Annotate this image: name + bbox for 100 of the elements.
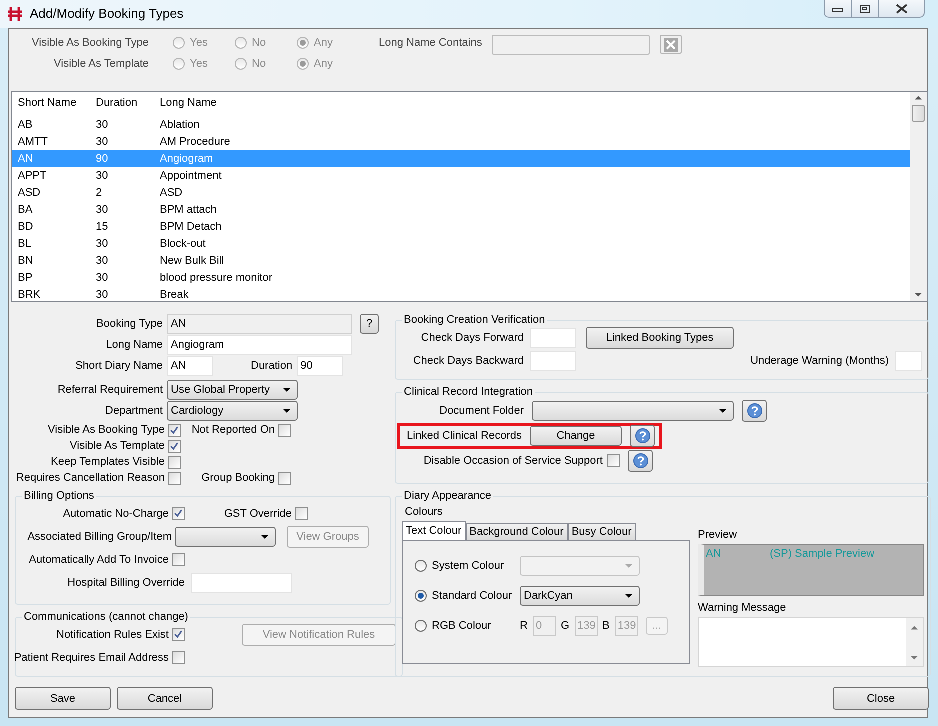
scroll-up-icon[interactable] — [915, 96, 922, 100]
referral-dropdown[interactable]: Use Global Property — [167, 380, 298, 400]
field-label: Short Diary Name — [74, 360, 163, 372]
scroll-down-icon[interactable] — [915, 293, 922, 297]
radio-label: Any — [314, 58, 333, 70]
checkbox[interactable] — [278, 472, 291, 484]
table-cell-text: APPT — [17, 170, 48, 182]
table-row[interactable]: AB 30 Ablation — [12, 116, 910, 133]
check-days-forward-field[interactable] — [530, 328, 576, 348]
checkbox[interactable] — [607, 454, 620, 467]
scrollbar[interactable] — [906, 618, 923, 666]
underage-warning-field[interactable] — [895, 350, 922, 370]
table-cell-text: Block-out — [159, 238, 207, 250]
filter-label: Visible As Booking Type — [30, 37, 149, 49]
checkbox[interactable] — [172, 507, 185, 520]
scroll-up-icon[interactable] — [911, 626, 918, 630]
hospital-billing-override-field[interactable] — [191, 572, 292, 592]
dropdown-arrow-icon — [261, 534, 269, 538]
table-cell-text: 30 — [95, 288, 110, 300]
table-cell-text: 30 — [95, 254, 110, 266]
checkbox-label: GST Override — [224, 508, 292, 520]
table-cell-text: BL — [17, 238, 32, 250]
change-button[interactable]: Change — [530, 426, 622, 446]
checkbox[interactable] — [168, 456, 181, 468]
radio-button[interactable] — [173, 37, 185, 49]
help-button[interactable]: ? — [360, 314, 379, 334]
checkbox[interactable] — [278, 424, 291, 436]
checkbox-label: Disable Occasion of Service Support — [424, 454, 603, 466]
table-row[interactable]: ASD 2 ASD — [12, 184, 910, 201]
checkbox[interactable] — [168, 424, 181, 436]
checkbox[interactable] — [172, 651, 185, 664]
table-row[interactable]: BD 15 BPM Detach — [12, 218, 910, 235]
radio-label: System Colour — [432, 560, 504, 572]
checkbox[interactable] — [172, 553, 185, 566]
table-row[interactable]: BA 30 BPM attach — [12, 201, 910, 218]
clear-button[interactable] — [660, 35, 682, 54]
help-button[interactable] — [628, 450, 653, 472]
filter-label: Long Name Contains — [379, 37, 482, 49]
radio-label: No — [252, 37, 266, 49]
radio-button[interactable] — [173, 58, 185, 70]
table-row[interactable]: BL 30 Block-out — [12, 235, 910, 252]
billing-group-dropdown[interactable] — [175, 526, 276, 546]
table-cell-text: Break — [159, 288, 190, 300]
dropdown-arrow-icon — [283, 409, 291, 413]
table-cell-text: ASD — [17, 186, 42, 198]
checkbox[interactable] — [168, 472, 181, 484]
duration-field[interactable]: 90 — [296, 356, 343, 376]
table-cell-text: Angiogram — [159, 152, 214, 164]
checkbox[interactable] — [168, 440, 181, 452]
column-header[interactable]: Short Name — [12, 97, 90, 109]
long-name-field[interactable]: Angiogram — [167, 335, 352, 355]
linked-booking-types-button[interactable]: Linked Booking Types — [586, 326, 734, 348]
group-title: Clinical Record Integration — [403, 386, 534, 398]
table-row[interactable]: BRK 30 Break — [12, 286, 910, 303]
table-cell-text: 15 — [95, 220, 110, 232]
channel-label: R — [520, 620, 528, 632]
check-days-backward-field[interactable] — [530, 350, 576, 370]
department-dropdown[interactable]: Cardiology — [167, 401, 298, 421]
help-button[interactable] — [742, 400, 767, 422]
scroll-down-icon[interactable] — [911, 656, 918, 660]
tab[interactable]: Busy Colour — [568, 523, 636, 540]
radio-button[interactable] — [297, 37, 309, 49]
close-button[interactable]: Close — [833, 687, 929, 710]
document-folder-dropdown[interactable] — [532, 400, 734, 420]
radio-button[interactable] — [235, 37, 247, 49]
help-button[interactable] — [630, 424, 655, 446]
field-label: Document Folder — [438, 404, 524, 416]
radio-button[interactable] — [297, 58, 309, 70]
checkbox-label: Automatically Add To Invoice — [29, 554, 169, 566]
column-header[interactable]: Duration — [90, 97, 154, 109]
scrollbar[interactable] — [910, 92, 927, 301]
table-cell-text: BD — [17, 220, 34, 232]
table-cell-text: 30 — [95, 136, 110, 148]
table-row[interactable]: APPT 30 Appointment — [12, 167, 910, 184]
table-row[interactable]: AMTT 30 AM Procedure — [12, 133, 910, 150]
save-button[interactable]: Save — [15, 687, 111, 710]
table-row[interactable]: BN 30 New Bulk Bill — [12, 252, 910, 269]
cancel-button[interactable]: Cancel — [117, 687, 213, 710]
checkbox-label: Patient Requires Email Address — [14, 652, 169, 664]
tab[interactable]: Text Colour — [402, 521, 466, 540]
radio-button[interactable] — [415, 560, 427, 572]
booking-type-field[interactable]: AN — [167, 314, 352, 334]
warning-message-field[interactable] — [698, 617, 924, 667]
filter-label: Visible As Template — [53, 58, 149, 70]
channel-label: G — [560, 620, 570, 632]
table-row[interactable]: BP 30 blood pressure monitor — [12, 269, 910, 286]
table-cell-text: BPM attach — [159, 204, 218, 216]
checkbox-label: Visible As Booking Type — [48, 424, 165, 436]
standard-colour-dropdown[interactable]: DarkCyan — [520, 586, 640, 606]
radio-button[interactable] — [235, 58, 247, 70]
scroll-thumb[interactable] — [912, 105, 925, 122]
channel-label: B — [602, 620, 610, 632]
table-cell-text: 30 — [95, 118, 110, 130]
column-header[interactable]: Long Name — [154, 97, 910, 109]
radio-button[interactable] — [415, 590, 427, 602]
checkbox[interactable] — [295, 507, 308, 520]
checkbox[interactable] — [172, 628, 185, 641]
short-diary-name-field[interactable]: AN — [167, 356, 213, 376]
tab[interactable]: Background Colour — [466, 523, 568, 540]
table-cell-text: Ablation — [159, 118, 201, 130]
